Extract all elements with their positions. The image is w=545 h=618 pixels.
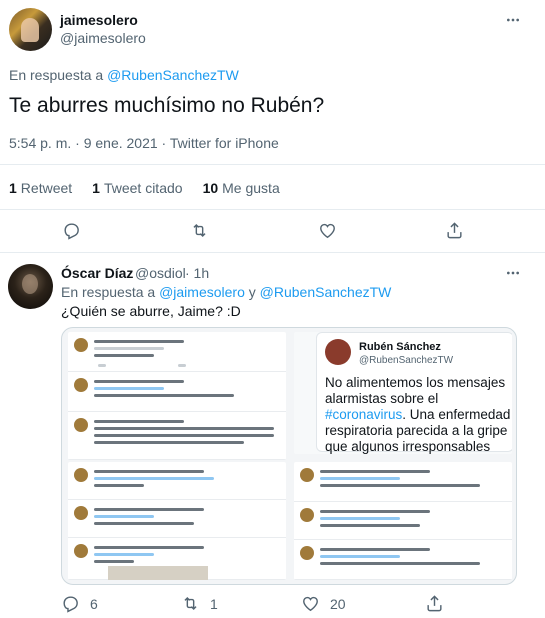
reply-context: En respuesta a @jaimesolero y @RubenSanc…	[61, 284, 391, 300]
like-icon	[303, 596, 318, 612]
reply-button[interactable]	[62, 221, 81, 240]
retweet-stat[interactable]: 1 Retweet	[9, 180, 72, 196]
retweet-icon	[184, 596, 197, 611]
like-stat[interactable]: 10 Me gusta	[203, 180, 280, 196]
reply-time[interactable]: · 1h	[185, 265, 209, 281]
like-icon	[320, 223, 335, 239]
quoted-tweet-screenshot: Rubén Sánchez @RubenSanchezTW No aliment…	[294, 332, 512, 454]
screenshot-thumbnail	[294, 462, 512, 580]
divider	[0, 252, 545, 253]
reply-to-link[interactable]: @RubenSanchezTW	[107, 67, 239, 83]
reply-author-handle[interactable]: @osdiol	[135, 265, 186, 281]
media-image[interactable]: Rubén Sánchez @RubenSanchezTW No aliment…	[61, 327, 517, 585]
reply-icon	[64, 223, 79, 240]
reply-context: En respuesta a @RubenSanchezTW	[9, 67, 239, 83]
reply-count: 6	[90, 595, 98, 612]
quote-stat[interactable]: 1 Tweet citado	[92, 180, 182, 196]
reply-join: y	[248, 284, 256, 300]
tweet-timestamp[interactable]: 5:54 p. m. · 9 ene. 2021 · Twitter for i…	[9, 135, 279, 151]
retweet-button[interactable]	[190, 221, 209, 240]
divider	[0, 164, 545, 165]
reply-text: ¿Quién se aburre, Jaime? :D	[61, 303, 241, 319]
tweet-stats: 1 Retweet 1 Tweet citado 10 Me gusta	[9, 180, 280, 196]
share-button[interactable]	[445, 221, 464, 240]
more-icon[interactable]	[505, 265, 521, 284]
embedded-text: No alimentemos los mensajes alarmistas s…	[325, 375, 511, 454]
retweet-button[interactable]: 1	[181, 594, 218, 613]
reply-to-link[interactable]: @jaimesolero	[159, 284, 245, 300]
screenshot-thumbnail	[68, 332, 286, 460]
author-display-name[interactable]: jaimesolero	[60, 12, 138, 28]
reply-author-avatar[interactable]	[8, 264, 53, 309]
embedded-handle: @RubenSanchezTW	[359, 355, 454, 366]
embedded-avatar	[325, 339, 351, 365]
like-button[interactable]	[318, 221, 337, 240]
like-button[interactable]: 20	[301, 594, 346, 613]
retweet-count: 1	[210, 595, 218, 612]
retweet-icon	[193, 223, 206, 238]
reply-to-link[interactable]: @RubenSanchezTW	[260, 284, 392, 300]
tweet-text: Te aburres muchísimo no Rubén?	[9, 94, 325, 117]
like-count: 20	[330, 595, 346, 612]
share-icon	[447, 222, 462, 239]
more-icon[interactable]	[505, 12, 521, 31]
embedded-name: Rubén Sánchez	[359, 341, 441, 353]
reply-prefix: En respuesta a	[9, 67, 104, 83]
reply-author-display-name[interactable]: Óscar Díaz	[61, 265, 133, 281]
divider	[0, 209, 545, 210]
embedded-tweet-card: Rubén Sánchez @RubenSanchezTW No aliment…	[316, 332, 512, 454]
author-handle[interactable]: @jaimesolero	[60, 30, 146, 46]
reply-button[interactable]: 6	[61, 594, 98, 613]
screenshot-thumbnail	[68, 462, 286, 580]
share-icon	[427, 595, 442, 612]
reply-prefix: En respuesta a	[61, 284, 156, 300]
share-button[interactable]	[425, 594, 444, 613]
author-avatar[interactable]	[9, 8, 52, 51]
reply-icon	[63, 596, 78, 613]
